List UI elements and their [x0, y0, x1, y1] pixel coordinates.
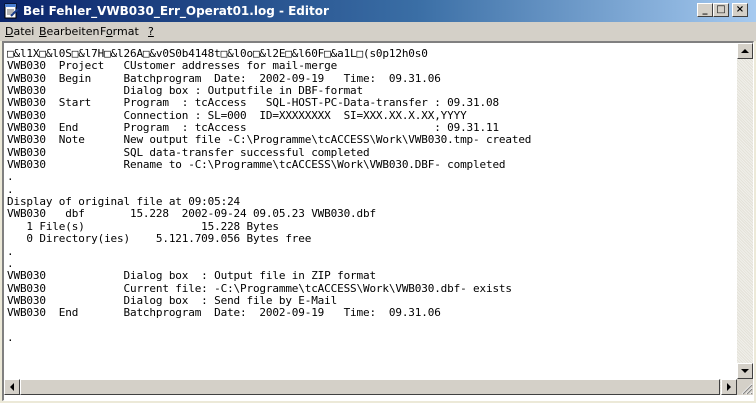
- menu-bearbeiten-label: earbeiten: [46, 25, 100, 38]
- text-line: [7, 320, 531, 332]
- vertical-scrollbar[interactable]: [737, 43, 753, 379]
- text-line: .: [7, 170, 14, 184]
- title-bar[interactable]: Bei Fehler_VWB030_Err_Operat01.log - Edi…: [0, 0, 756, 22]
- text-line: .: [7, 330, 14, 344]
- menu-bearbeiten[interactable]: Bearbeiten: [39, 25, 99, 38]
- vertical-scroll-track[interactable]: [737, 59, 753, 363]
- scroll-right-button[interactable]: [721, 379, 737, 395]
- menu-bearbeiten-accel: B: [39, 25, 47, 38]
- menu-bar: Datei Bearbeiten Format ?: [0, 22, 756, 41]
- text-area[interactable]: □&l1X□&l0S□&l7H□&l26A□&v0S0b4148t□&l0o□&…: [4, 43, 737, 379]
- editor-window: Bei Fehler_VWB030_Err_Operat01.log - Edi…: [0, 0, 756, 403]
- menu-datei-label: atei: [13, 25, 35, 38]
- text-line: VWB030 End Batchprogram Date: 2002-09-19…: [7, 306, 441, 320]
- horizontal-scrollbar[interactable]: [4, 379, 737, 395]
- text-line: .: [7, 244, 14, 258]
- menu-help-label: ?: [148, 25, 154, 38]
- arrow-up-icon: [741, 49, 749, 53]
- maximize-button[interactable]: □: [713, 3, 729, 17]
- scroll-down-button[interactable]: [737, 363, 753, 379]
- notepad-icon: [3, 3, 19, 19]
- text-line: VWB030 Rename to -C:\Programme\tcACCESS\…: [7, 158, 506, 172]
- text-line: VWB030 Project CUstomer addresses for ma…: [7, 59, 338, 73]
- horizontal-scroll-thumb[interactable]: [20, 379, 720, 395]
- scroll-up-button[interactable]: [737, 43, 753, 59]
- menu-help[interactable]: ?: [148, 25, 154, 38]
- menu-format-accel: o: [105, 25, 113, 38]
- arrow-left-icon: [10, 383, 14, 391]
- text-line: VWB030 Dialog box : Output file in ZIP f…: [7, 269, 376, 283]
- menu-format-label: rmat: [112, 25, 139, 38]
- scroll-left-button[interactable]: [4, 379, 20, 395]
- text-line: VWB030 dbf 15.228 2002-09-24 09.05.23 VW…: [7, 207, 376, 221]
- text-line: VWB030 Start Program : tcAccess SQL-HOST…: [7, 96, 499, 110]
- text-content: □&l1X□&l0S□&l7H□&l26A□&v0S0b4148t□&l0o□&…: [7, 47, 532, 344]
- menu-format[interactable]: Format: [100, 25, 139, 38]
- arrow-right-icon: [727, 383, 731, 391]
- resize-grip-icon[interactable]: [737, 379, 753, 395]
- minimize-button[interactable]: _: [697, 3, 713, 17]
- arrow-down-icon: [741, 369, 749, 373]
- text-line: 0 Directory(ies) 5.121.709.056 Bytes fre…: [7, 232, 312, 246]
- close-button[interactable]: ×: [732, 3, 748, 17]
- text-line: VWB030 Note New output file -C:\Programm…: [7, 133, 532, 147]
- menu-datei[interactable]: Datei: [5, 25, 34, 38]
- window-title: Bei Fehler_VWB030_Err_Operat01.log - Edi…: [23, 4, 329, 18]
- editor-client-area: □&l1X□&l0S□&l7H□&l26A□&v0S0b4148t□&l0o□&…: [2, 41, 754, 401]
